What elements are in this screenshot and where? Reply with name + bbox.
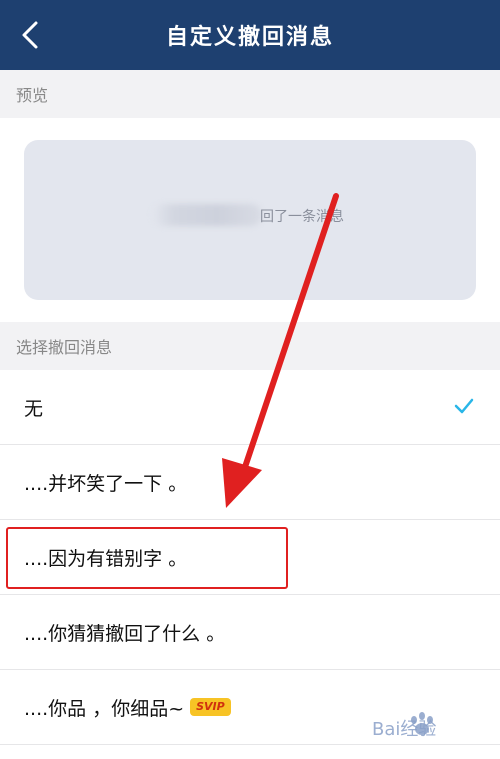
- option-label: ....因为有错别字 。: [24, 547, 188, 570]
- option-label: ....并坏笑了一下 。: [24, 472, 188, 495]
- preview-section-label: 预览: [0, 70, 500, 118]
- recall-message-options: 无 ....并坏笑了一下 。 ....因为有错别字 。 ....你猜猜撤回了什么…: [0, 370, 500, 745]
- option-label: ....你品 ，你细品~: [24, 697, 185, 720]
- blurred-username: [152, 204, 262, 226]
- chevron-left-icon: [22, 21, 38, 49]
- preview-card: 回了一条消息: [24, 140, 476, 300]
- preview-area: 回了一条消息: [0, 118, 500, 322]
- option-smirk[interactable]: ....并坏笑了一下 。: [0, 445, 500, 520]
- page-title: 自定义撤回消息: [165, 25, 334, 50]
- option-label: ....你猜猜撤回了什么 。: [24, 622, 226, 645]
- options-section-label: 选择撤回消息: [0, 322, 500, 370]
- option-savor[interactable]: ....你品 ，你细品~ SVIP: [0, 670, 500, 745]
- option-typo[interactable]: ....因为有错别字 。: [0, 520, 500, 595]
- header-bar: 自定义撤回消息: [0, 0, 500, 70]
- option-label: 无: [24, 397, 44, 420]
- option-none[interactable]: 无: [0, 370, 500, 445]
- option-guess[interactable]: ....你猜猜撤回了什么 。: [0, 595, 500, 670]
- preview-message-text: 回了一条消息: [260, 209, 344, 225]
- checkmark-icon: [454, 398, 474, 414]
- svip-badge: SVIP: [190, 698, 231, 716]
- back-button[interactable]: [10, 13, 50, 57]
